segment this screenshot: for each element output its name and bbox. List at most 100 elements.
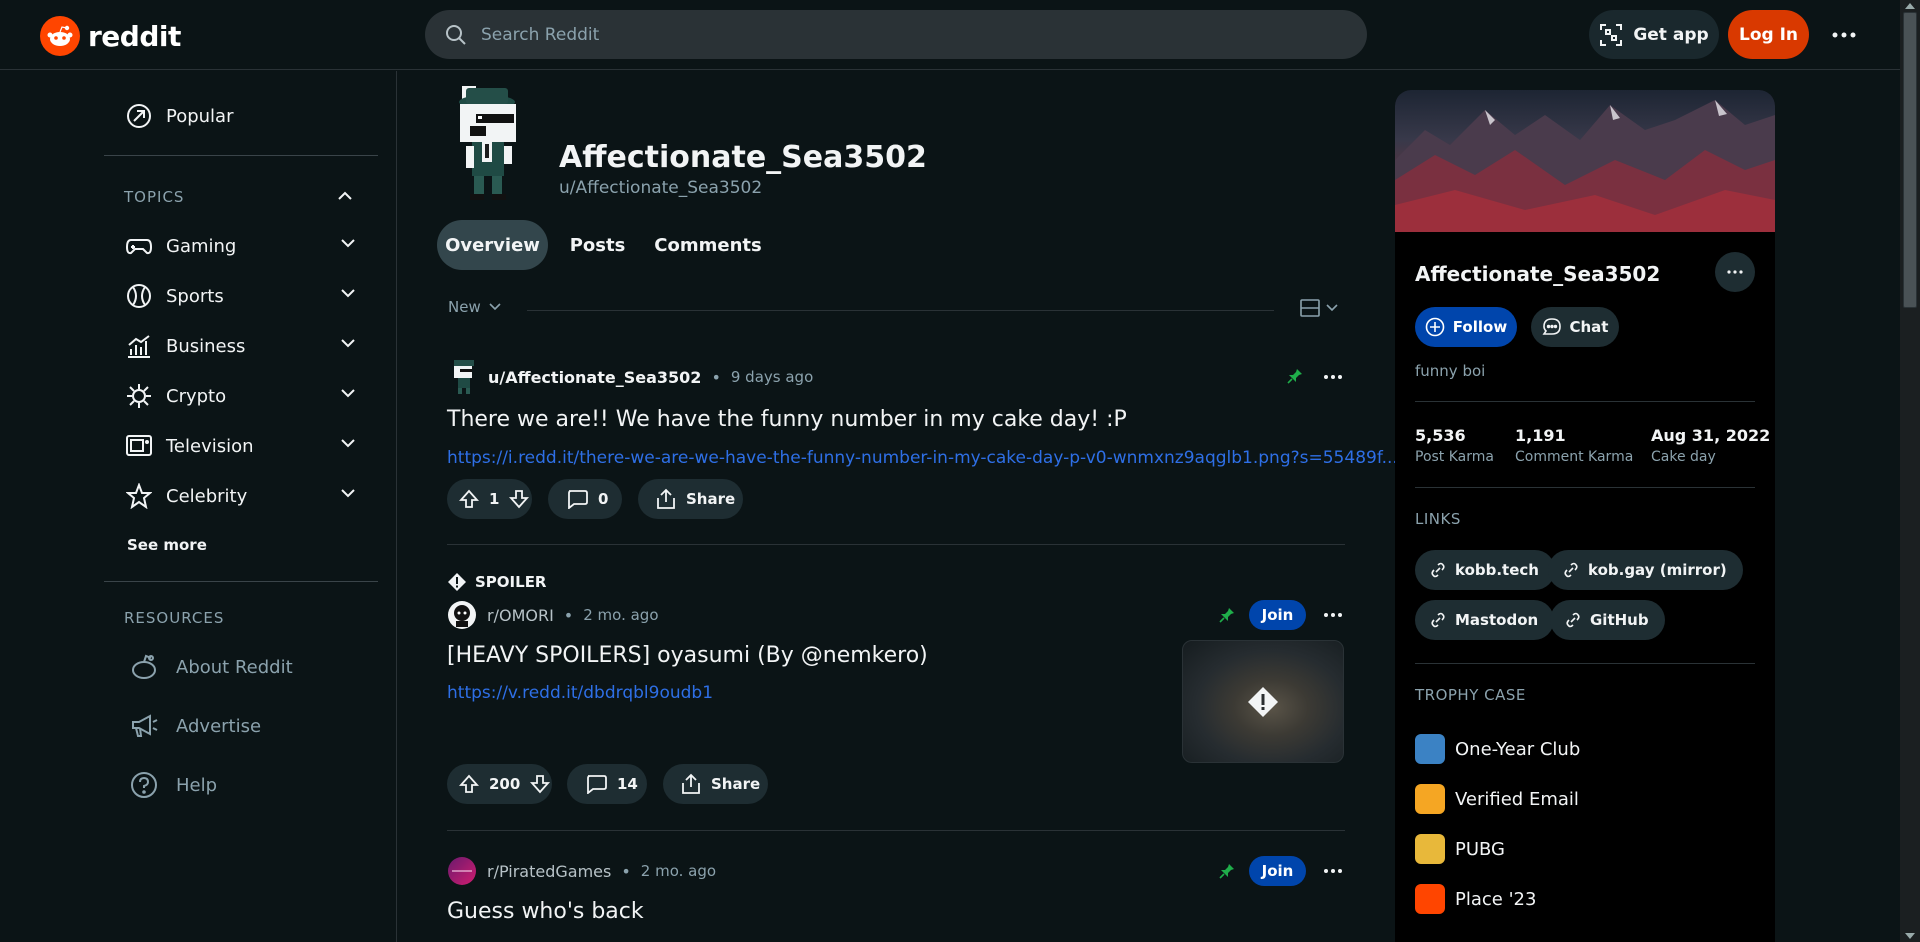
sort-label: New [448, 298, 481, 316]
post-options-icon[interactable] [1318, 861, 1348, 881]
spoiler-label: SPOILER [475, 573, 547, 591]
trophy-case-heading: TROPHY CASE [1415, 686, 1526, 704]
chevron-down-icon[interactable] [340, 338, 356, 348]
join-button[interactable]: Join [1249, 600, 1306, 630]
collapse-topics-icon[interactable] [337, 191, 353, 201]
tv-icon [126, 434, 152, 458]
trophy-item: Place '23 [1415, 884, 1536, 914]
scroll-down-arrow[interactable] [1905, 933, 1915, 939]
share-button[interactable]: Share [663, 764, 768, 804]
post-thumbnail[interactable] [1182, 640, 1344, 763]
sidebar-item-sports[interactable]: Sports [104, 274, 378, 318]
sidebar-item-television[interactable]: Television [104, 424, 378, 468]
chevron-down-icon[interactable] [340, 388, 356, 398]
divider [104, 581, 378, 582]
post-author[interactable]: u/Affectionate_Sea3502 [488, 368, 701, 387]
post-title[interactable]: [HEAVY SPOILERS] oyasumi (By @nemkero) [447, 643, 928, 668]
help-icon [130, 771, 158, 799]
vote-count: 1 [489, 490, 500, 508]
chevron-down-icon[interactable] [340, 288, 356, 298]
post-options-icon[interactable] [1318, 367, 1348, 387]
sidebar-item-business[interactable]: Business [104, 324, 378, 368]
chevron-down-icon[interactable] [340, 488, 356, 498]
upvote-icon[interactable] [459, 489, 479, 509]
link-label: Mastodon [1455, 611, 1539, 629]
post-title[interactable]: Guess who's back [447, 899, 644, 924]
downvote-icon[interactable] [509, 489, 530, 509]
profile-link[interactable]: kob.gay (mirror) [1548, 550, 1743, 590]
divider [1415, 663, 1755, 664]
sidebar-item-advertise[interactable]: Advertise [130, 704, 261, 748]
downvote-icon[interactable] [530, 774, 551, 794]
get-app-label: Get app [1633, 24, 1709, 45]
page-scrollbar[interactable] [1900, 0, 1920, 942]
scroll-up-arrow[interactable] [1905, 3, 1915, 9]
post-link[interactable]: https://i.redd.it/there-we-are-we-have-t… [447, 448, 1398, 468]
post-title[interactable]: There we are!! We have the funny number … [447, 407, 1127, 432]
join-button[interactable]: Join [1249, 856, 1306, 886]
card-username: Affectionate_Sea3502 [1415, 262, 1661, 286]
get-app-button[interactable]: Get app [1589, 10, 1719, 59]
stat-value: Aug 31, 2022 [1651, 426, 1771, 445]
post-subreddit[interactable]: r/PiratedGames [487, 862, 611, 881]
profile-handle: u/Affectionate_Sea3502 [559, 178, 763, 198]
sidebar-item-about[interactable]: About Reddit [130, 645, 293, 689]
login-button[interactable]: Log In [1728, 10, 1809, 59]
sort-dropdown[interactable]: New [448, 298, 501, 316]
stat-label: Cake day [1651, 449, 1716, 465]
sidebar-item-crypto[interactable]: Crypto [104, 374, 378, 418]
divider [527, 310, 1274, 311]
view-layout-button[interactable] [1300, 299, 1338, 317]
scrollbar-thumb[interactable] [1903, 12, 1917, 308]
reddit-logo[interactable]: reddit [40, 16, 181, 56]
card-options-icon[interactable] [1715, 252, 1755, 292]
reddit-alien-icon [40, 16, 80, 56]
post-options-icon[interactable] [1318, 605, 1348, 625]
upvote-icon[interactable] [459, 774, 479, 794]
sidebar-item-help[interactable]: Help [130, 763, 217, 807]
top-bar: reddit Get app Log In [0, 0, 1900, 70]
profile-link[interactable]: Mastodon [1415, 600, 1555, 640]
search-input[interactable] [481, 24, 1321, 45]
trophy-item: Verified Email [1415, 784, 1579, 814]
sidebar-item-celebrity[interactable]: Celebrity [104, 474, 378, 518]
sidebar-item-gaming[interactable]: Gaming [104, 224, 378, 268]
profile-link[interactable]: kobb.tech [1415, 550, 1555, 590]
comments-button[interactable]: 0 [548, 479, 622, 519]
sidebar-item-popular[interactable]: Popular [104, 94, 378, 138]
trophy-one-year-icon [1415, 734, 1445, 764]
post-subreddit[interactable]: r/OMORI [487, 606, 554, 625]
tab-comments[interactable]: Comments [650, 220, 766, 270]
see-more-link[interactable]: See more [127, 536, 207, 554]
post-meta: r/OMORI • 2 mo. ago [447, 600, 659, 630]
subreddit-avatar[interactable] [447, 856, 477, 886]
post-time: 2 mo. ago [583, 606, 659, 624]
sidebar-item-label: Sports [166, 285, 224, 307]
share-button[interactable]: Share [638, 479, 743, 519]
follow-button[interactable]: Follow [1415, 307, 1517, 347]
tab-overview[interactable]: Overview [437, 220, 548, 270]
chevron-down-icon[interactable] [340, 238, 356, 248]
search-bar[interactable] [425, 10, 1367, 59]
post-link[interactable]: https://v.redd.it/dbdrqbl9oudb1 [447, 683, 713, 703]
stat-value: 1,191 [1515, 426, 1566, 445]
crypto-icon [126, 383, 152, 409]
follow-label: Follow [1452, 318, 1508, 336]
sidebar-item-label: Crypto [166, 385, 227, 407]
logo-text: reddit [88, 19, 181, 53]
stat-cake-day: Aug 31, 2022 Cake day [1651, 426, 1770, 465]
trophy-label: Place '23 [1455, 888, 1537, 910]
chat-button[interactable]: Chat [1531, 307, 1619, 347]
link-icon [1431, 612, 1445, 628]
comments-button[interactable]: 14 [567, 764, 647, 804]
tab-posts[interactable]: Posts [560, 220, 635, 270]
trophy-label: Verified Email [1455, 788, 1579, 810]
profile-link[interactable]: GitHub [1550, 600, 1665, 640]
chart-icon [126, 333, 152, 359]
post-meta: r/PiratedGames • 2 mo. ago [447, 856, 716, 886]
chevron-down-icon[interactable] [340, 438, 356, 448]
subreddit-avatar[interactable] [447, 600, 477, 630]
profile-card: Affectionate_Sea3502 Follow Chat funny b… [1395, 90, 1775, 942]
avatar[interactable] [450, 360, 478, 394]
more-options-icon[interactable] [1826, 22, 1862, 48]
